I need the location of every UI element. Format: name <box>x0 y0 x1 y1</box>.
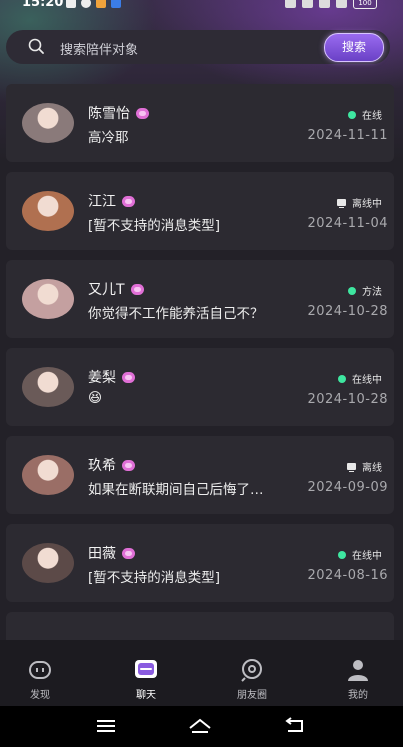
presence-status: 在线中 <box>338 371 382 386</box>
system-icons: 100 <box>285 0 377 9</box>
home-icon[interactable] <box>188 716 212 736</box>
tab-moments[interactable]: 朋友圈 <box>222 640 282 706</box>
presence-status-text: 在线中 <box>352 551 382 562</box>
contact-name: 玖希 <box>88 455 135 475</box>
profile-icon <box>348 660 368 681</box>
avatar[interactable] <box>22 103 74 143</box>
system-nav-bar <box>0 706 403 747</box>
presence-status: 在线中 <box>338 547 382 562</box>
presence-status-text: 在线中 <box>352 375 382 386</box>
contact-name: 陈雪怡 <box>88 103 149 123</box>
contact-name: 江江 <box>88 191 135 211</box>
status-bar: 15:20 100 <box>0 0 403 14</box>
app-icon <box>111 0 121 8</box>
tab-label: 聊天 <box>136 690 156 701</box>
message-date: 2024-08-16 <box>307 568 388 583</box>
avatar[interactable] <box>22 279 74 319</box>
chat-icon <box>135 660 157 678</box>
contact-name-text: 田薇 <box>88 546 116 562</box>
battery-icon: 100 <box>353 0 377 9</box>
contact-name-text: 江江 <box>88 194 116 210</box>
contact-name-text: 玖希 <box>88 458 116 474</box>
presence-status: 离线中 <box>337 195 382 210</box>
presence-status: 离线 <box>347 459 382 474</box>
conversation-card[interactable]: 陈雪怡高冷耶 在线 2024-11-11 <box>6 84 394 162</box>
contact-name: 姜梨 <box>88 367 135 387</box>
avatar[interactable] <box>22 455 74 495</box>
online-dot-icon <box>348 110 356 119</box>
conversation-card[interactable]: 姜梨 😆 在线中 2024-10-28 <box>6 348 394 426</box>
last-message: 高冷耶 <box>88 130 129 146</box>
presence-status-text: 离线中 <box>352 199 382 210</box>
message-date: 2024-10-28 <box>307 304 388 319</box>
presence-status-text: 方法 <box>362 287 382 298</box>
online-dot-icon <box>338 550 346 559</box>
robot-icon <box>29 661 51 679</box>
status-time: 15:20 <box>22 0 64 10</box>
presence-status: 方法 <box>348 283 382 298</box>
last-message: 😆 <box>88 390 103 406</box>
notification-icons <box>66 0 121 8</box>
chat-bubble-badge-icon <box>136 108 149 119</box>
wifi-icon <box>336 0 347 8</box>
sim-icon <box>319 0 330 8</box>
conversation-card[interactable]: 又儿T 你觉得不工作能养活自己不？ 方法 2024-10-28 <box>6 260 394 338</box>
online-dot-icon <box>348 286 356 295</box>
moments-icon <box>241 659 262 682</box>
contact-name: 田薇 <box>88 543 135 563</box>
chat-bubble-badge-icon <box>122 196 135 207</box>
search-bar[interactable]: 搜索陪伴对象 搜索 <box>6 30 390 64</box>
search-button[interactable]: 搜索 <box>324 33 384 62</box>
sync-icon <box>81 0 91 8</box>
tab-chat[interactable]: 聊天 <box>116 640 176 706</box>
chat-bubble-badge-icon <box>130 284 144 295</box>
monitor-icon <box>347 463 356 472</box>
message-date: 2024-10-28 <box>307 392 388 407</box>
conversation-card[interactable]: 玖希如果在断联期间自己后悔了… 离线 2024-09-09 <box>6 436 394 514</box>
presence-status-text: 在线 <box>362 111 382 122</box>
chat-bubble-badge-icon <box>122 372 135 383</box>
app-icon <box>96 0 106 8</box>
back-icon[interactable] <box>282 716 306 736</box>
chat-bubble-badge-icon <box>122 460 135 471</box>
conversation-card[interactable]: 田薇 [暂不支持的消息类型] 在线中 2024-08-16 <box>6 524 394 602</box>
monitor-icon <box>337 199 346 208</box>
contact-name-text: 又儿T <box>88 282 125 298</box>
last-message: 如果在断联期间自己后悔了… <box>88 482 264 498</box>
tab-label: 我的 <box>348 690 368 701</box>
chat-bubble-badge-icon <box>122 548 135 559</box>
search-input[interactable]: 搜索陪伴对象 <box>60 39 138 58</box>
message-date: 2024-11-11 <box>307 128 388 143</box>
contact-name-text: 陈雪怡 <box>88 106 130 122</box>
last-message: [暂不支持的消息类型] <box>88 218 221 234</box>
presence-status-text: 离线 <box>362 463 382 474</box>
mute-icon <box>285 0 296 8</box>
avatar[interactable] <box>22 191 74 231</box>
tab-profile[interactable]: 我的 <box>328 640 388 706</box>
online-dot-icon <box>338 374 346 383</box>
message-date: 2024-11-04 <box>307 216 388 231</box>
tab-label: 朋友圈 <box>237 690 267 701</box>
network-speed-icon <box>302 0 313 8</box>
avatar[interactable] <box>22 367 74 407</box>
last-message: 你觉得不工作能养活自己不？ <box>88 306 264 322</box>
bottom-tab-bar: 发现 聊天 朋友圈 我的 <box>0 640 403 706</box>
tab-label: 发现 <box>30 690 50 701</box>
avatar[interactable] <box>22 543 74 583</box>
message-date: 2024-09-09 <box>307 480 388 495</box>
contact-name: 又儿T <box>88 279 144 299</box>
menu-icon[interactable] <box>94 716 118 736</box>
notification-icon <box>66 0 76 8</box>
contact-name-text: 姜梨 <box>88 370 116 386</box>
conversation-card[interactable]: 江江 [暂不支持的消息类型] 离线中 2024-11-04 <box>6 172 394 250</box>
last-message: [暂不支持的消息类型] <box>88 570 221 586</box>
presence-status: 在线 <box>348 107 382 122</box>
tab-discover[interactable]: 发现 <box>10 640 70 706</box>
search-icon <box>28 38 44 54</box>
